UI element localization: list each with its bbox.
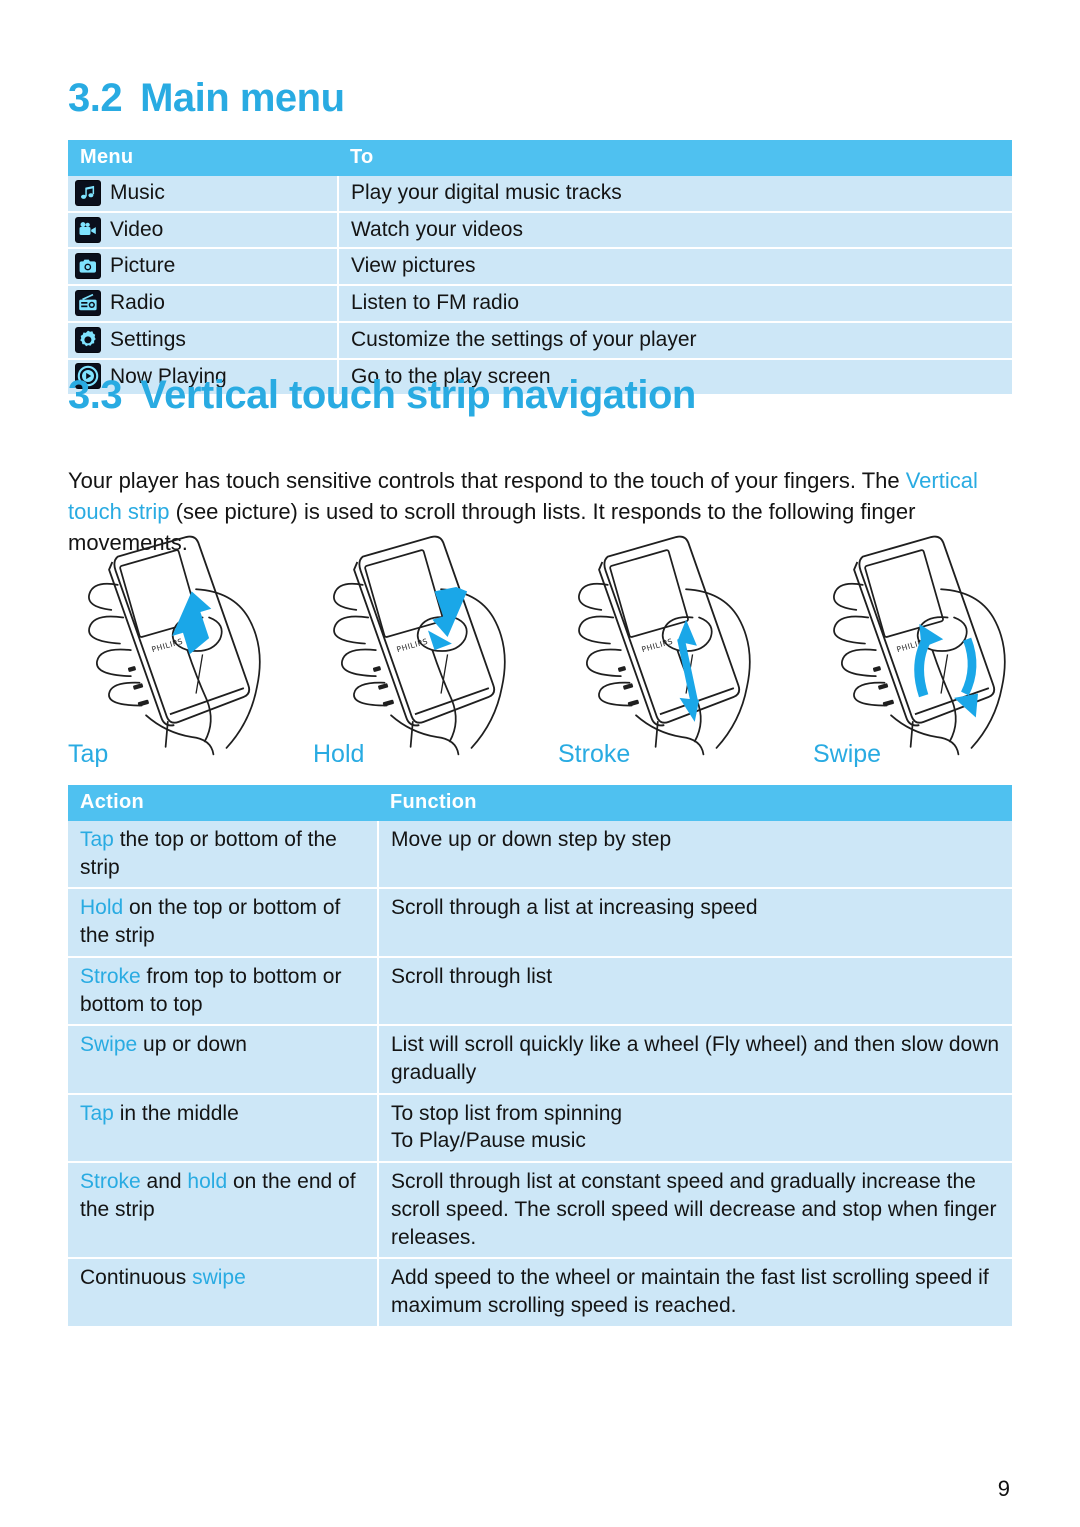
action-keyword: Tap xyxy=(80,828,114,851)
section-title: Main menu xyxy=(140,76,345,120)
action-keyword: hold xyxy=(187,1170,228,1194)
column-header-menu: Menu xyxy=(68,140,338,176)
section-number: 3.2 xyxy=(68,76,123,120)
action-text: up or down xyxy=(137,1033,247,1057)
menu-description-cell: Play your digital music tracks xyxy=(338,176,1012,213)
menu-name-cell: Settings xyxy=(68,321,339,360)
gesture-illustration-swipe: PHILIPS xyxy=(803,524,1053,774)
table-row: Picture View pictures xyxy=(68,248,1012,287)
page-number: 9 xyxy=(997,1476,1010,1501)
action-cell: Stroke and hold on the end of the strip xyxy=(68,1162,379,1260)
table-row: Stroke and hold on the end of the strip S… xyxy=(68,1162,1012,1260)
menu-item-label: Settings xyxy=(110,327,186,351)
menu-description-cell: Watch your videos xyxy=(338,211,1012,250)
radio-icon xyxy=(76,291,100,316)
action-cell: Continuous swipe xyxy=(68,1258,379,1326)
menu-name-cell: Video xyxy=(68,211,339,250)
main-menu-table: Menu To Music Play your digital music tra… xyxy=(68,140,1012,395)
menu-description-cell: Listen to FM radio xyxy=(338,285,1012,323)
paragraph-part-1: Your player has touch sensitive controls… xyxy=(68,468,906,493)
video-camera-icon xyxy=(76,217,100,242)
gesture-illustration-stroke: PHILIPS xyxy=(548,524,798,774)
menu-item-label: Music xyxy=(110,181,165,204)
menu-name-cell: Radio xyxy=(68,285,339,323)
action-keyword: Stroke xyxy=(80,964,141,988)
menu-item-label: Radio xyxy=(110,291,165,315)
function-cell: Move up or down step by step xyxy=(378,821,1012,890)
table-header-row: Menu To xyxy=(68,140,1012,176)
action-keyword: Swipe xyxy=(80,1033,138,1057)
section-number: 3.3 xyxy=(68,373,123,417)
gesture-illustrations: PHILIPS PHILIPS PHILIPS PHILIPS xyxy=(60,524,1060,774)
function-cell: Scroll through list at constant speed an… xyxy=(378,1162,1012,1260)
action-text: in the middle xyxy=(113,1101,239,1125)
function-cell: Scroll through list xyxy=(378,956,1012,1027)
menu-item-label: Video xyxy=(110,217,164,241)
menu-name-cell: Picture xyxy=(68,248,339,287)
gesture-label-stroke: Stroke xyxy=(558,740,631,768)
document-page: 3.2 Main menu Menu To Music Play your digi… xyxy=(0,0,1080,1527)
gear-icon xyxy=(76,327,100,352)
table-row: Hold on the top or bottom of the strip Sc… xyxy=(68,888,1012,958)
table-header-row: Action Function xyxy=(68,785,1012,821)
table-row: Continuous swipe Add speed to the wheel o… xyxy=(68,1258,1012,1326)
function-cell: Add speed to the wheel or maintain the f… xyxy=(378,1258,1012,1326)
table-row: Stroke from top to bottom or bottom to t… xyxy=(68,956,1012,1027)
function-cell: Scroll through a list at increasing spee… xyxy=(378,888,1012,958)
column-header-function: Function xyxy=(378,785,1012,821)
function-cell: List will scroll quickly like a wheel (F… xyxy=(378,1025,1012,1095)
action-keyword: Stroke xyxy=(80,1170,141,1194)
action-cell: Swipe up or down xyxy=(68,1025,379,1095)
menu-item-label: Picture xyxy=(110,254,176,278)
table-row: Video Watch your videos xyxy=(68,211,1012,250)
music-note-icon xyxy=(76,180,100,205)
table-row: Radio Listen to FM radio xyxy=(68,285,1012,323)
action-text: and xyxy=(140,1170,188,1194)
menu-description-cell: Customize the settings of your player xyxy=(338,321,1012,360)
section-heading-vertical-touch: 3.3 Vertical touch strip navigation xyxy=(68,373,696,418)
section-heading-main-menu: 3.2 Main menu xyxy=(68,76,345,121)
table-row: Music Play your digital music tracks xyxy=(68,176,1012,213)
action-text: the top or bottom of the strip xyxy=(80,828,337,879)
function-cell: To stop list from spinning To Play/Pause… xyxy=(378,1093,1012,1164)
action-cell: Stroke from top to bottom or bottom to t… xyxy=(68,956,379,1027)
camera-icon xyxy=(76,254,100,279)
gesture-label-tap: Tap xyxy=(68,740,109,768)
action-cell: Tap in the middle xyxy=(68,1093,379,1164)
menu-name-cell: Music xyxy=(68,176,339,213)
column-header-to: To xyxy=(338,140,1012,176)
action-keyword: Hold xyxy=(80,896,124,920)
action-text: Continuous xyxy=(80,1266,193,1290)
gesture-illustration-hold: PHILIPS xyxy=(303,524,553,774)
menu-description-cell: View pictures xyxy=(338,248,1012,287)
table-row: Tap in the middle To stop list from spinn… xyxy=(68,1093,1012,1164)
action-cell: Tap the top or bottom of the strip xyxy=(68,821,379,890)
action-keyword: Tap xyxy=(80,1101,114,1125)
table-row: Swipe up or down List will scroll quickly… xyxy=(68,1025,1012,1095)
action-keyword: swipe xyxy=(192,1266,246,1290)
gesture-label-swipe: Swipe xyxy=(813,740,882,768)
table-row: Tap the top or bottom of the strip Move u… xyxy=(68,821,1012,890)
section-title: Vertical touch strip navigation xyxy=(140,373,696,417)
action-cell: Hold on the top or bottom of the strip xyxy=(68,888,379,958)
gesture-label-hold: Hold xyxy=(313,740,365,768)
action-function-table: Action Function Tap the top or bottom of… xyxy=(68,785,1012,1326)
table-row: Settings Customize the settings of your p… xyxy=(68,321,1012,360)
gesture-illustration-tap: PHILIPS xyxy=(58,524,308,774)
column-header-action: Action xyxy=(68,785,378,821)
